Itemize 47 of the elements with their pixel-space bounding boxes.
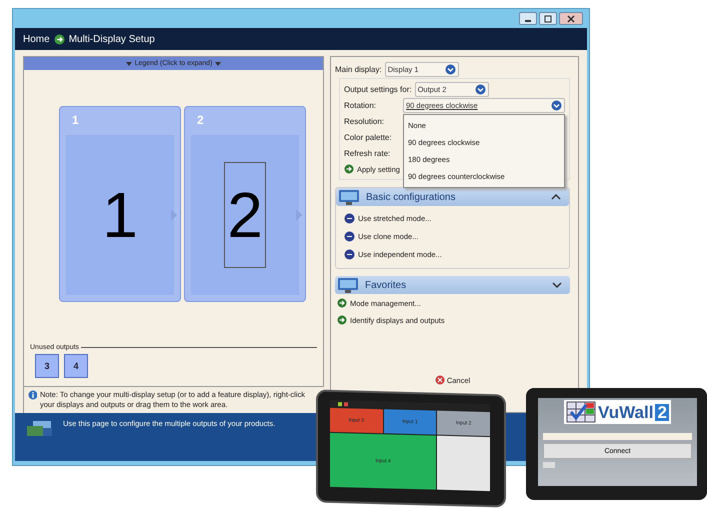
caret-icon	[215, 60, 222, 66]
monitor-icon	[336, 188, 362, 206]
minimize-button[interactable]	[519, 12, 537, 25]
dropdown-icon	[444, 64, 456, 74]
maximize-button[interactable]	[539, 12, 557, 25]
mode-icon	[344, 212, 355, 224]
arrow-icon	[54, 34, 65, 44]
cancel-icon	[434, 375, 445, 385]
section-title: Basic configurations	[366, 192, 456, 202]
arrow-icon	[337, 298, 347, 308]
close-button[interactable]	[559, 12, 583, 25]
display-tile[interactable]: 2 2	[184, 106, 306, 302]
display-label: 1	[71, 112, 80, 129]
field-label: Refresh rate:	[344, 148, 392, 158]
dropdown-icon	[551, 100, 562, 110]
arrow-icon	[337, 315, 347, 325]
field-label: Rotation:	[344, 100, 378, 110]
display-label: 2	[196, 112, 205, 129]
field-label: Color palette:	[344, 132, 393, 142]
section-header[interactable]: Favorites	[335, 276, 570, 294]
display-number: 2	[224, 162, 266, 268]
field-label: Output settings for:	[344, 84, 412, 94]
breadcrumb-link[interactable]: Home	[23, 34, 50, 44]
display-number: 1	[102, 183, 138, 247]
breadcrumb-link[interactable]: Multi-Display Setup	[68, 34, 155, 44]
grid-check-icon	[566, 401, 596, 423]
monitors-icon	[25, 419, 55, 439]
maximize-icon	[544, 14, 552, 22]
close-icon	[567, 14, 575, 22]
chevron-icon	[295, 208, 303, 222]
field-label: Resolution:	[344, 116, 386, 126]
monitor-icon	[335, 276, 361, 294]
section-title: Favorites	[365, 280, 408, 290]
arrow-icon	[344, 164, 354, 174]
info-icon	[28, 390, 37, 400]
dropdown-icon	[474, 84, 486, 94]
field-label: Main display:	[335, 64, 382, 74]
display-tile[interactable]: 1 1	[59, 106, 181, 302]
chevron-icon	[170, 208, 178, 222]
caret-icon	[126, 60, 132, 66]
mode-icon	[344, 230, 355, 242]
logo: VuWall 2	[564, 400, 671, 424]
output-tile[interactable]: 4	[64, 354, 88, 378]
mode-icon	[344, 248, 355, 260]
input-field[interactable]	[542, 433, 692, 440]
output-tile[interactable]: 3	[35, 354, 59, 378]
section-header[interactable]: Basic configurations	[336, 188, 569, 206]
